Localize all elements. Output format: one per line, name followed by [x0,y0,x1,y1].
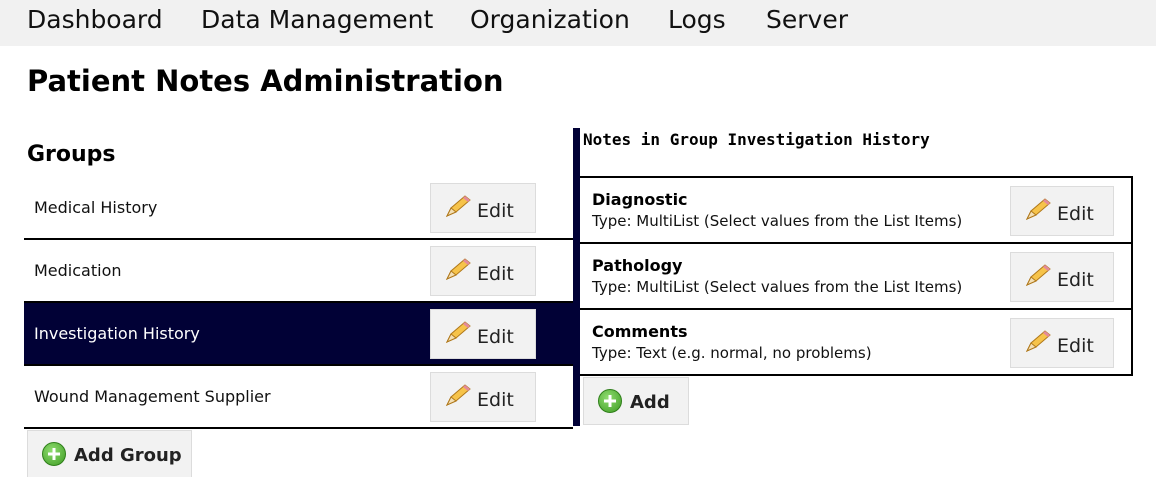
edit-group-button[interactable]: Edit [430,183,536,233]
plus-circle-icon [42,442,66,466]
pencil-icon [1025,330,1051,353]
nav-item-data-management[interactable]: Data Management [201,5,433,34]
group-row-investigation-history[interactable]: Investigation History Edit [24,303,573,366]
note-type: Type: MultiList (Select values from the … [592,278,963,296]
panel-divider [573,128,580,426]
pencil-icon [1025,198,1051,221]
add-note-label: Add [630,392,670,413]
notes-list: Diagnostic Type: MultiList (Select value… [580,176,1133,376]
group-row-medical-history[interactable]: Medical History Edit [24,177,573,240]
edit-group-button[interactable]: Edit [430,309,536,359]
group-row-medication[interactable]: Medication Edit [24,240,573,303]
page-title: Patient Notes Administration [27,64,504,98]
pencil-icon [445,321,471,344]
nav-item-organization[interactable]: Organization [470,5,630,34]
add-group-button[interactable]: Add Group [27,430,192,477]
note-title: Comments [592,322,688,341]
top-nav: Dashboard Data Management Organization L… [0,0,1156,46]
note-type: Type: MultiList (Select values from the … [592,212,963,230]
notes-heading: Notes in Group Investigation History [583,130,930,149]
edit-label: Edit [1057,203,1094,225]
note-title: Diagnostic [592,190,688,209]
groups-heading: Groups [27,142,116,167]
note-row-comments: Comments Type: Text (e.g. normal, no pro… [580,310,1131,376]
group-label: Investigation History [34,324,200,343]
nav-item-server[interactable]: Server [766,5,848,34]
add-note-button[interactable]: Add [583,377,689,425]
edit-note-button[interactable]: Edit [1010,186,1114,236]
note-row-pathology: Pathology Type: MultiList (Select values… [580,244,1131,310]
nav-item-logs[interactable]: Logs [668,5,726,34]
add-group-label: Add Group [74,445,182,466]
group-label: Wound Management Supplier [34,387,271,406]
edit-label: Edit [477,200,514,222]
note-title: Pathology [592,256,683,275]
group-label: Medication [34,261,122,280]
edit-group-button[interactable]: Edit [430,372,536,422]
group-list: Medical History Edit Medication Edit Inv… [24,177,573,429]
pencil-icon [1025,264,1051,287]
edit-label: Edit [477,389,514,411]
edit-label: Edit [1057,269,1094,291]
edit-label: Edit [477,263,514,285]
note-type: Type: Text (e.g. normal, no problems) [592,344,872,362]
edit-group-button[interactable]: Edit [430,246,536,296]
note-row-diagnostic: Diagnostic Type: MultiList (Select value… [580,178,1131,244]
edit-label: Edit [477,326,514,348]
group-label: Medical History [34,198,158,217]
plus-circle-icon [598,389,622,413]
pencil-icon [445,384,471,407]
edit-note-button[interactable]: Edit [1010,318,1114,368]
pencil-icon [445,258,471,281]
pencil-icon [445,195,471,218]
group-row-wound-management-supplier[interactable]: Wound Management Supplier Edit [24,366,573,429]
nav-item-dashboard[interactable]: Dashboard [27,5,163,34]
edit-label: Edit [1057,335,1094,357]
edit-note-button[interactable]: Edit [1010,252,1114,302]
